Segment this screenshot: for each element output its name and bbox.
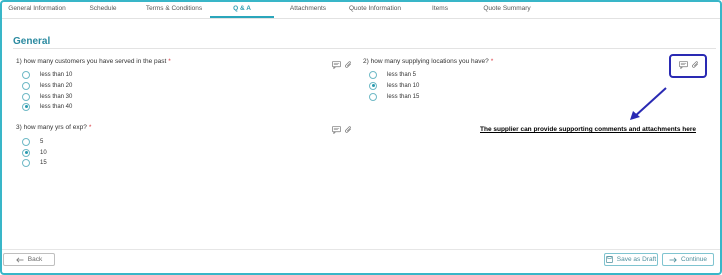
question-1-option-2[interactable]: less than 20 — [22, 81, 72, 90]
tab-quote-information[interactable]: Quote Information — [345, 2, 405, 18]
radio-button[interactable] — [369, 70, 377, 79]
arrow-right-icon — [669, 257, 677, 262]
question-1: 1) how many customers you have served in… — [16, 58, 171, 65]
question-1-option-1[interactable]: less than 10 — [22, 70, 72, 79]
question-3-actions — [332, 126, 353, 134]
window-frame — [0, 0, 722, 275]
option-label: less than 10 — [387, 82, 420, 89]
tab-general-information[interactable]: General Information — [4, 2, 70, 18]
radio-button[interactable] — [369, 92, 377, 101]
save-as-draft-button[interactable]: Save as Draft — [604, 253, 658, 266]
option-label: less than 20 — [40, 82, 73, 89]
option-label: less than 5 — [387, 71, 417, 78]
tab-q-and-a[interactable]: Q & A — [210, 2, 274, 18]
question-1-option-4[interactable]: less than 40 — [22, 102, 72, 111]
question-1-option-3[interactable]: less than 30 — [22, 92, 72, 101]
radio-button[interactable] — [22, 137, 30, 146]
option-label: less than 10 — [40, 71, 73, 78]
tab-quote-summary[interactable]: Quote Summary — [477, 2, 537, 18]
question-3-option-1[interactable]: 5 — [22, 137, 43, 146]
question-1-actions — [332, 61, 353, 69]
paperclip-icon[interactable] — [344, 126, 353, 134]
question-3-text: 3) how many yrs of exp? — [16, 124, 87, 131]
radio-button[interactable] — [22, 158, 30, 167]
question-2-text: 2) how many supplying locations you have… — [363, 58, 489, 65]
question-2: 2) how many supplying locations you have… — [363, 58, 493, 65]
annotation-highlight-box — [669, 54, 707, 78]
tab-schedule[interactable]: Schedule — [80, 2, 126, 18]
paperclip-icon[interactable] — [344, 61, 353, 69]
comment-icon[interactable] — [332, 61, 341, 69]
question-2-option-2[interactable]: less than 10 — [369, 81, 419, 90]
save-icon — [605, 256, 613, 263]
option-label: 15 — [40, 159, 47, 166]
continue-button[interactable]: Continue — [662, 253, 714, 266]
option-label: less than 30 — [40, 93, 73, 100]
option-label: less than 40 — [40, 103, 73, 110]
radio-button-selected[interactable] — [22, 148, 30, 157]
required-marker: * — [490, 58, 494, 65]
arrow-left-icon — [15, 257, 24, 262]
question-3-option-3[interactable]: 15 — [22, 158, 47, 167]
radio-button-selected[interactable] — [369, 81, 377, 90]
comment-icon[interactable] — [332, 126, 341, 134]
required-marker: * — [168, 58, 171, 65]
tab-items[interactable]: Items — [423, 2, 457, 18]
question-3: 3) how many yrs of exp? * — [16, 124, 91, 131]
annotation-text: The supplier can provide supporting comm… — [480, 126, 696, 133]
option-label: 10 — [40, 149, 47, 156]
annotation-arrow-icon — [630, 87, 667, 120]
tab-bar: General Information Schedule Terms & Con… — [2, 2, 720, 19]
question-2-option-1[interactable]: less than 5 — [369, 70, 416, 79]
continue-button-label: Continue — [680, 256, 708, 263]
radio-button[interactable] — [22, 81, 30, 90]
back-button-label: Back — [27, 256, 43, 263]
required-marker: * — [88, 124, 92, 131]
tab-attachments[interactable]: Attachments — [284, 2, 332, 18]
radio-button-selected[interactable] — [22, 102, 30, 111]
footer-divider — [2, 249, 720, 250]
back-button[interactable]: Back — [3, 253, 55, 266]
question-3-option-2[interactable]: 10 — [22, 148, 47, 157]
option-label: less than 15 — [387, 93, 420, 100]
radio-button[interactable] — [22, 92, 30, 101]
tab-terms-conditions[interactable]: Terms & Conditions — [140, 2, 208, 18]
save-as-draft-label: Save as Draft — [616, 256, 657, 263]
section-divider — [13, 48, 716, 49]
question-1-text: 1) how many customers you have served in… — [16, 58, 167, 65]
question-2-option-3[interactable]: less than 15 — [369, 92, 419, 101]
option-label: 5 — [40, 138, 44, 145]
radio-button[interactable] — [22, 70, 30, 79]
